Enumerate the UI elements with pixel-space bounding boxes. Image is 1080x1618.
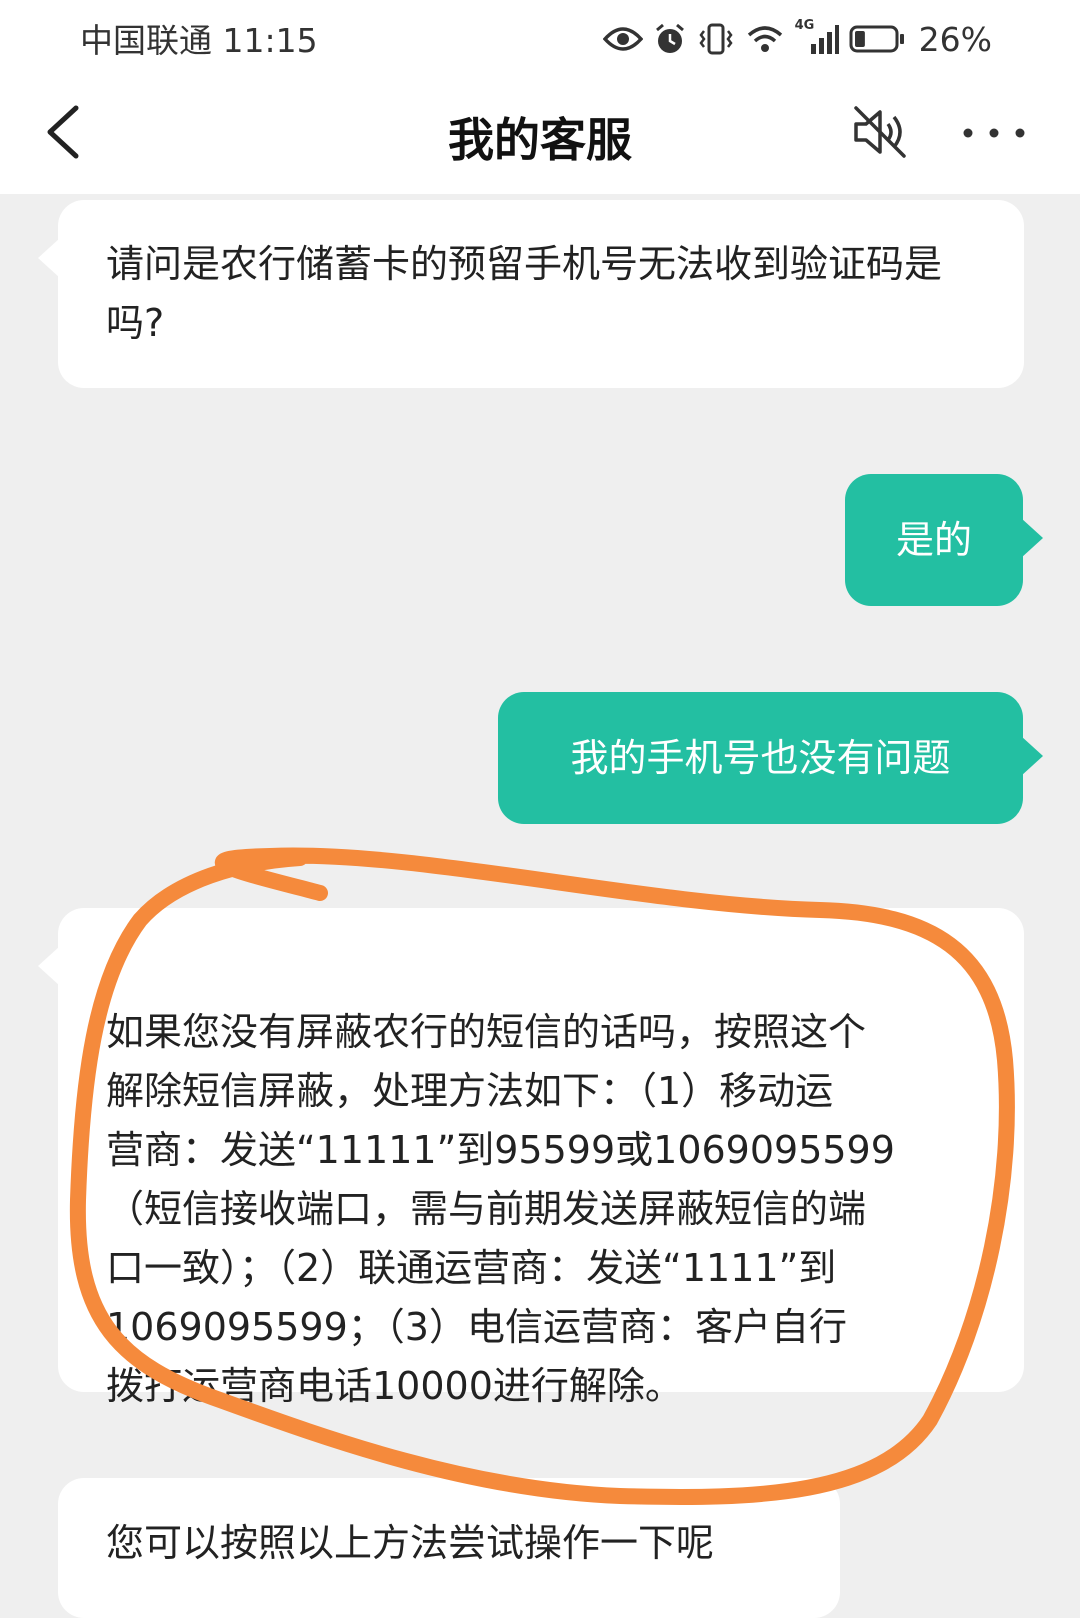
more-button[interactable] (960, 118, 1028, 148)
eye-icon (602, 27, 643, 51)
status-bar: 中国联通 11:15 4G 26% (0, 0, 1080, 78)
message-text: 请问是农行储蓄卡的预留手机号无法收到验证码是吗? (106, 242, 943, 345)
message-text: 如果您没有屏蔽农行的短信的话吗，按照这个 解除短信屏蔽，处理方法如下：（1）移动… (106, 1010, 895, 1408)
battery-fill (854, 31, 865, 47)
speaker-muted-icon (854, 106, 906, 158)
nav-bar: 我的客服 (0, 78, 1080, 194)
status-icons: 4G 26% (602, 16, 992, 62)
vibrate-icon (699, 23, 733, 55)
mute-button[interactable] (850, 102, 910, 162)
message-bubble-agent: 请问是农行储蓄卡的预留手机号无法收到验证码是吗? (38, 200, 1024, 388)
message-bubble-user: 是的 (845, 474, 1043, 606)
message-text: 是的 (895, 518, 972, 562)
carrier-time: 中国联通 11:15 (80, 21, 318, 60)
message-text: 我的手机号也没有问题 (570, 736, 951, 780)
top-area: 中国联通 11:15 4G 26% 我的客服 (0, 0, 1080, 194)
message-text: 您可以按照以上方法尝试操作一下呢 (106, 1521, 715, 1565)
message-bubble-user: 我的手机号也没有问题 (498, 692, 1043, 824)
signal-icon: 4G (795, 18, 839, 56)
battery-percent: 26% (918, 19, 992, 59)
battery-icon (849, 25, 904, 53)
alarm-icon (655, 23, 684, 53)
more-dots-icon (963, 128, 1025, 138)
page-title: 我的客服 (448, 113, 632, 167)
wifi-icon (747, 26, 782, 52)
message-bubble-agent: 您可以按照以上方法尝试操作一下呢 (58, 1478, 840, 1618)
message-bubble-agent: 如果您没有屏蔽农行的短信的话吗，按照这个 解除短信屏蔽，处理方法如下：（1）移动… (38, 908, 1024, 1408)
